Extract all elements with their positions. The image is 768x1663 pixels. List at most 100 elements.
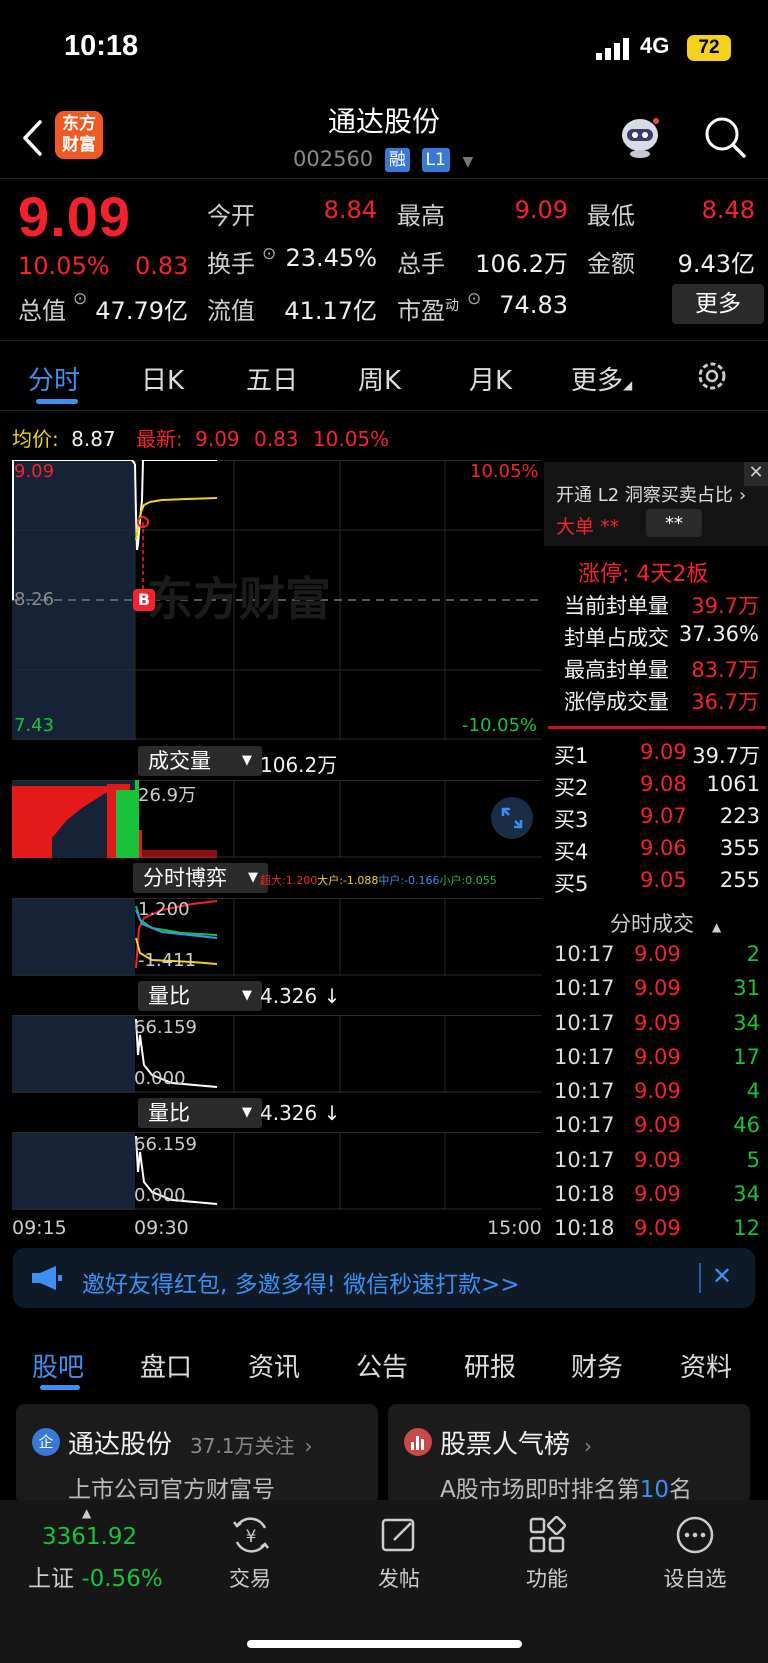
volume-axis-top: 26.9万	[138, 785, 197, 806]
game-legend: 超大:1.200大户:-1.088中户:-0.166小户:0.055	[260, 872, 497, 888]
close-icon[interactable]: ✕	[712, 1262, 732, 1290]
ratio-axis-top-1: 66.159	[134, 1017, 197, 1038]
buy-marker[interactable]: B	[133, 589, 155, 611]
level-tag: L1	[421, 148, 450, 172]
nav-watchlist[interactable]: 设自选	[650, 1563, 740, 1593]
robot-assistant-icon[interactable]	[616, 113, 664, 159]
market-cap-label: 总值	[18, 297, 66, 325]
company-card-followers: 37.1万关注 ›	[190, 1434, 313, 1458]
tab-five-day[interactable]: 五日	[246, 360, 298, 397]
more-button[interactable]: 更多	[672, 284, 764, 324]
chevron-down-icon: ▼	[242, 753, 252, 768]
ratio-indicator-select-2[interactable]: 量比 ▼	[138, 1098, 262, 1128]
legend-large: 大户:-1.088	[317, 874, 379, 887]
settings-gear-icon[interactable]	[694, 358, 730, 394]
index-value[interactable]: 3361.92	[42, 1524, 137, 1550]
bid-row: 买1 9.09 39.7万	[554, 740, 760, 768]
tab-weekly-k[interactable]: 周K	[358, 360, 401, 397]
margin-tag: 融	[384, 148, 410, 172]
tick-row: 10:18 9.09 34	[554, 1182, 760, 1207]
compose-post-icon[interactable]	[378, 1514, 420, 1556]
nav-post[interactable]: 发帖	[354, 1563, 444, 1593]
tick-row: 10:17 9.09 2	[554, 942, 760, 966]
stock-code-row[interactable]: 002560 融 L1 ▼	[293, 147, 473, 172]
market-cap-value: 47.79亿	[95, 297, 188, 325]
info-icon[interactable]: ⊙	[262, 244, 276, 264]
banner-divider	[699, 1263, 701, 1293]
caret-up-icon: ▲	[82, 1506, 92, 1520]
tab-more[interactable]: 更多◢	[571, 360, 632, 397]
watchlist-more-icon[interactable]	[674, 1514, 716, 1556]
trade-icon[interactable]: ¥	[230, 1514, 272, 1556]
float-cap-value: 41.17亿	[284, 297, 377, 325]
l2-promo-text: 开通 L2 洞察买卖占比 ›	[556, 485, 747, 506]
chevron-down-icon: ▼	[462, 154, 474, 170]
bid-list[interactable]: 买1 9.09 39.7万 买2 9.08 1061 买3 9.07 223 买4 9.06 3…	[544, 740, 764, 900]
tab-profile[interactable]: 资料	[680, 1347, 732, 1384]
tab-finance[interactable]: 财务	[571, 1347, 623, 1384]
time-axis-end: 15:00	[487, 1217, 542, 1239]
company-card-subtitle: 上市公司官方财富号	[68, 1477, 275, 1503]
legend-medium: 中户:-0.166	[378, 874, 440, 887]
promo-banner-text[interactable]: 邀好友得红包, 多邀多得! 微信秒速打款>>	[82, 1265, 520, 1299]
ratio-value-1: 4.326 ↓	[260, 984, 341, 1008]
limit-stat-row: 当前封单量 39.7万	[564, 594, 759, 618]
tab-research[interactable]: 研报	[464, 1347, 516, 1384]
functions-grid-icon[interactable]	[526, 1514, 568, 1556]
ratio-value-2: 4.326 ↓	[260, 1101, 341, 1125]
index-quote[interactable]: 上证 -0.56%	[28, 1559, 163, 1593]
tab-announcements[interactable]: 公告	[356, 1347, 408, 1384]
turnover-value: 23.45%	[285, 244, 377, 272]
price-axis-top: 9.09	[14, 461, 55, 482]
game-indicator-select[interactable]: 分时博弈 ▼	[133, 863, 268, 893]
tick-list[interactable]: 10:17 9.09 2 10:17 9.09 31 10:17 9.09 34 10:17…	[544, 942, 764, 1251]
tab-forum[interactable]: 股吧	[32, 1347, 84, 1384]
time-axis-start: 09:15	[12, 1217, 67, 1239]
info-icon[interactable]: ⊙	[467, 289, 481, 309]
home-indicator	[247, 1640, 522, 1648]
megaphone-icon	[32, 1266, 62, 1290]
latest-value: 9.09	[195, 427, 240, 451]
stock-code: 002560	[293, 147, 374, 171]
price-axis-mid: 8.26	[14, 589, 55, 610]
tick-row: 10:17 9.09 34	[554, 1010, 760, 1035]
caret-up-icon: ▲	[712, 920, 722, 934]
limit-stat-row: 封单占成交 37.36%	[564, 622, 759, 650]
ratio-indicator-select-1[interactable]: 量比 ▼	[138, 981, 262, 1011]
tab-daily-k[interactable]: 日K	[141, 360, 184, 397]
triangle-icon: ◢	[623, 378, 633, 392]
pe-value: 74.83	[499, 291, 568, 319]
tab-intraday[interactable]: 分时	[28, 360, 80, 397]
change-amount: 0.83	[135, 252, 189, 280]
price-chart[interactable]: 东方财富	[12, 460, 542, 740]
chevron-right-icon: ›	[738, 485, 747, 506]
ticks-title[interactable]: 分时成交 ▲	[610, 908, 721, 938]
price-axis-bottom: 7.43	[14, 715, 55, 736]
tab-monthly-k[interactable]: 月K	[469, 360, 512, 397]
battery-icon: 72	[687, 35, 731, 61]
volume-panel-value: 106.2万	[260, 753, 338, 777]
tab-orderbook[interactable]: 盘口	[140, 1347, 192, 1384]
float-cap-label: 流值	[207, 297, 255, 325]
ratio-axis-bottom-1: 0.000	[134, 1068, 186, 1089]
tab-news[interactable]: 资讯	[248, 1347, 300, 1384]
company-card-title: 通达股份	[68, 1430, 173, 1460]
volume-chart	[12, 780, 542, 858]
search-icon[interactable]	[703, 115, 747, 159]
limit-divider	[548, 726, 766, 729]
info-icon[interactable]: ⊙	[73, 289, 87, 309]
expand-icon[interactable]	[490, 796, 534, 840]
legend-small: 小户:0.055	[439, 874, 497, 887]
tick-row: 10:17 9.09 5	[554, 1147, 760, 1172]
popularity-card-subtitle: A股市场即时排名第10名	[440, 1477, 693, 1503]
nav-functions[interactable]: 功能	[502, 1563, 592, 1593]
tick-row: 10:17 9.09 46	[554, 1113, 760, 1138]
status-time: 10:18	[64, 30, 139, 62]
chevron-down-icon: ▼	[248, 870, 258, 885]
nav-trade[interactable]: 交易	[205, 1563, 295, 1593]
latest-change: 0.83	[254, 427, 299, 451]
close-icon[interactable]: ✕	[744, 462, 768, 486]
tick-row: 10:17 9.09 17	[554, 1044, 760, 1069]
volume-indicator-select[interactable]: 成交量 ▼	[138, 746, 262, 776]
bid-row: 买4 9.06 355	[554, 836, 760, 864]
